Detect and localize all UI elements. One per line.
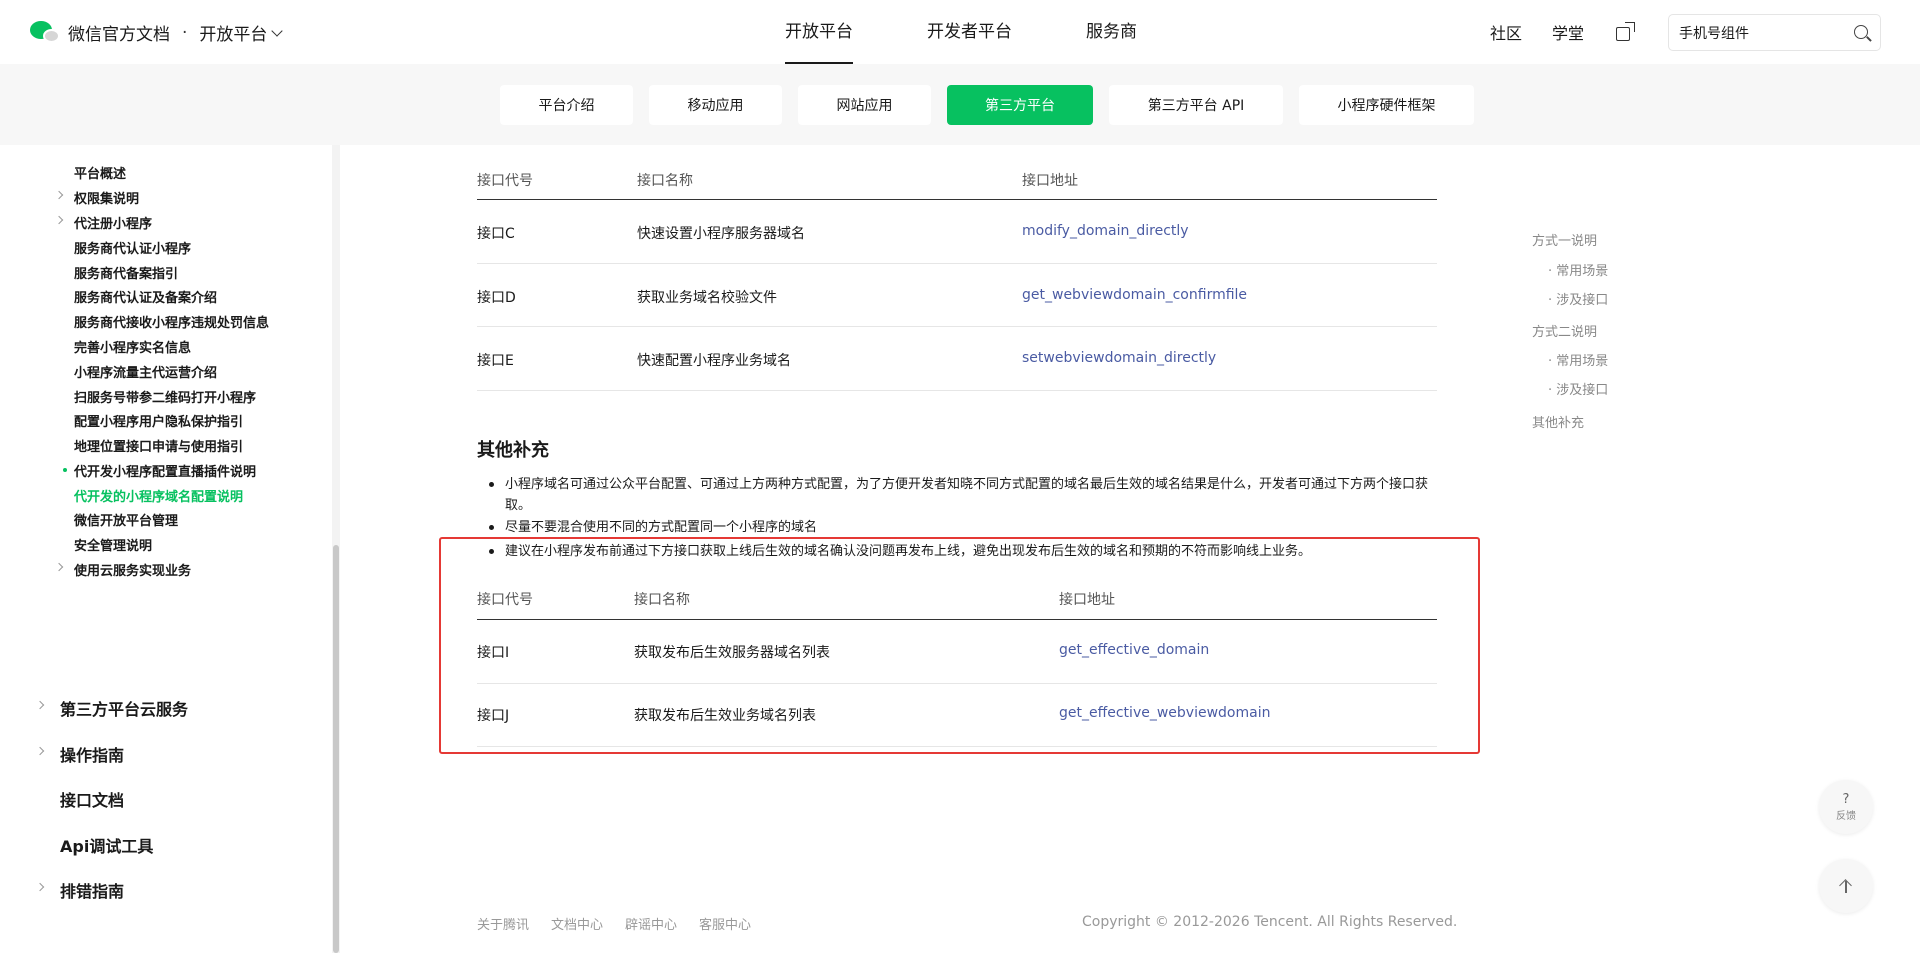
table-cell: 快速设置小程序服务器域名 bbox=[637, 226, 805, 242]
subtab-mobile-app[interactable]: 移动应用 bbox=[649, 85, 782, 125]
sidebar-item[interactable]: 平台概述 bbox=[74, 163, 126, 182]
table-header-address: 接口地址 bbox=[1022, 173, 1078, 189]
chevron-right-icon[interactable] bbox=[54, 190, 64, 200]
sidebar-scrollbar-thumb[interactable] bbox=[333, 545, 339, 953]
chevron-down-icon bbox=[271, 24, 284, 37]
footer-link[interactable]: 辟谣中心 bbox=[625, 914, 677, 933]
subtab-website-app[interactable]: 网站应用 bbox=[798, 85, 931, 125]
api-link[interactable]: modify_domain_directly bbox=[1022, 223, 1189, 239]
subtab-hardware-framework[interactable]: 小程序硬件框架 bbox=[1299, 85, 1474, 125]
sidebar-section[interactable]: 接口文档 bbox=[60, 787, 124, 811]
sidebar-item[interactable]: 完善小程序实名信息 bbox=[74, 337, 191, 356]
api-link[interactable]: setwebviewdomain_directly bbox=[1022, 350, 1216, 366]
subtab-platform-intro[interactable]: 平台介绍 bbox=[500, 85, 633, 125]
platform-selector[interactable]: 开放平台 bbox=[199, 20, 284, 45]
chevron-right-icon[interactable] bbox=[35, 882, 45, 892]
toc-item[interactable]: · 涉及接口 bbox=[1548, 289, 1608, 308]
active-indicator-dot bbox=[63, 468, 67, 472]
sidebar-item[interactable]: 安全管理说明 bbox=[74, 535, 152, 554]
nav-open-platform[interactable]: 开放平台 bbox=[785, 0, 853, 64]
feedback-button[interactable]: ? 反馈 bbox=[1819, 780, 1873, 834]
footer-link[interactable]: 客服中心 bbox=[699, 914, 751, 933]
bullet-item: 小程序域名可通过公众平台配置、可通过上方两种方式配置，为了方便开发者知晓不同方式… bbox=[489, 474, 1435, 516]
table-header-rule bbox=[477, 199, 1437, 201]
arrow-up-icon bbox=[1840, 879, 1852, 893]
sidebar-item[interactable]: 权限集说明 bbox=[74, 188, 139, 207]
sidebar-item[interactable]: 使用云服务实现业务 bbox=[74, 560, 191, 579]
footer-link[interactable]: 关于腾讯 bbox=[477, 914, 529, 933]
table-cell: 获取业务域名校验文件 bbox=[637, 290, 777, 306]
nav-service-provider[interactable]: 服务商 bbox=[1086, 0, 1137, 64]
row-divider bbox=[477, 326, 1437, 327]
question-icon: ? bbox=[1842, 791, 1850, 807]
subtab-third-party[interactable]: 第三方平台 bbox=[947, 85, 1093, 125]
table-cell: 接口E bbox=[477, 353, 514, 369]
sidebar-item[interactable]: 服务商代接收小程序违规处罚信息 bbox=[74, 312, 269, 331]
nav-community[interactable]: 社区 bbox=[1490, 20, 1522, 44]
row-divider bbox=[477, 263, 1437, 264]
right-nav: 社区 学堂 bbox=[1490, 0, 1636, 64]
toc-item[interactable]: 其他补充 bbox=[1532, 412, 1584, 431]
feedback-label: 反馈 bbox=[1836, 810, 1856, 822]
search-icon[interactable] bbox=[1854, 25, 1868, 39]
nav-academy[interactable]: 学堂 bbox=[1552, 20, 1584, 44]
brand-name: 微信官方文档 bbox=[68, 25, 170, 45]
sidebar-item[interactable]: 服务商代认证小程序 bbox=[74, 238, 191, 257]
back-to-top-button[interactable] bbox=[1819, 859, 1873, 913]
brand-separator: · bbox=[182, 22, 188, 43]
sidebar-item[interactable]: 微信开放平台管理 bbox=[74, 510, 178, 529]
sidebar-section[interactable]: 操作指南 bbox=[60, 742, 124, 766]
table-header-code: 接口代号 bbox=[477, 173, 533, 189]
sidebar-item[interactable]: 代开发小程序配置直播插件说明 bbox=[74, 461, 256, 480]
sidebar-section[interactable]: Api调试工具 bbox=[60, 833, 153, 857]
sidebar-item[interactable]: 配置小程序用户隐私保护指引 bbox=[74, 411, 243, 430]
sidebar: 平台概述 权限集说明 代注册小程序 服务商代认证小程序 服务商代备案指引 服务商… bbox=[0, 145, 332, 953]
sidebar-item[interactable]: 小程序流量主代运营介绍 bbox=[74, 362, 217, 381]
chevron-right-icon[interactable] bbox=[54, 215, 64, 225]
sidebar-item[interactable]: 地理位置接口申请与使用指引 bbox=[74, 436, 243, 455]
bullet-item: 尽量不要混合使用不同的方式配置同一个小程序的域名 bbox=[489, 517, 1435, 538]
sidebar-item[interactable]: 服务商代认证及备案介绍 bbox=[74, 287, 217, 306]
chevron-right-icon[interactable] bbox=[54, 562, 64, 572]
table-cell: 接口C bbox=[477, 226, 515, 242]
search-box bbox=[1668, 14, 1881, 51]
nav-developer-platform[interactable]: 开发者平台 bbox=[927, 0, 1012, 64]
search-input[interactable] bbox=[1679, 24, 1839, 41]
highlight-box bbox=[439, 537, 1480, 754]
table-cell: 快速配置小程序业务域名 bbox=[637, 353, 791, 369]
sidebar-item[interactable]: 代注册小程序 bbox=[74, 213, 152, 232]
table-cell: 接口D bbox=[477, 290, 516, 306]
toc-item[interactable]: 方式一说明 bbox=[1532, 230, 1597, 249]
toc-item[interactable]: · 常用场景 bbox=[1548, 260, 1608, 279]
section-title: 其他补充 bbox=[477, 440, 549, 461]
chevron-right-icon[interactable] bbox=[35, 700, 45, 710]
chevron-right-icon[interactable] bbox=[35, 746, 45, 756]
copyright-text: Copyright © 2012-2026 Tencent. All Right… bbox=[1082, 914, 1458, 930]
sidebar-item[interactable]: 扫服务号带参二维码打开小程序 bbox=[74, 387, 256, 406]
platform-selector-label: 开放平台 bbox=[199, 25, 268, 45]
top-header: 微信官方文档 · 开放平台 开放平台 开发者平台 服务商 社区 学堂 bbox=[0, 0, 1920, 64]
brand-logo[interactable]: 微信官方文档 · 开放平台 bbox=[30, 20, 284, 45]
main-nav: 开放平台 开发者平台 服务商 bbox=[785, 0, 1137, 64]
footer-link[interactable]: 文档中心 bbox=[551, 914, 603, 933]
subtab-bar: 平台介绍 移动应用 网站应用 第三方平台 第三方平台 API 小程序硬件框架 bbox=[0, 64, 1920, 145]
wechat-logo-icon bbox=[30, 20, 60, 45]
sidebar-section[interactable]: 排错指南 bbox=[60, 878, 124, 902]
sidebar-item-active[interactable]: 代开发的小程序域名配置说明 bbox=[74, 486, 243, 505]
row-divider bbox=[477, 390, 1437, 391]
toc-item[interactable]: 方式二说明 bbox=[1532, 321, 1597, 340]
toc-item[interactable]: · 涉及接口 bbox=[1548, 379, 1608, 398]
subtab-third-party-api[interactable]: 第三方平台 API bbox=[1109, 85, 1283, 125]
toc-item[interactable]: · 常用场景 bbox=[1548, 350, 1608, 369]
api-link[interactable]: get_webviewdomain_confirmfile bbox=[1022, 287, 1247, 303]
table-header-name: 接口名称 bbox=[637, 173, 693, 189]
external-link-icon[interactable] bbox=[1614, 21, 1636, 43]
sidebar-section[interactable]: 第三方平台云服务 bbox=[60, 696, 188, 720]
sidebar-item[interactable]: 服务商代备案指引 bbox=[74, 263, 178, 282]
